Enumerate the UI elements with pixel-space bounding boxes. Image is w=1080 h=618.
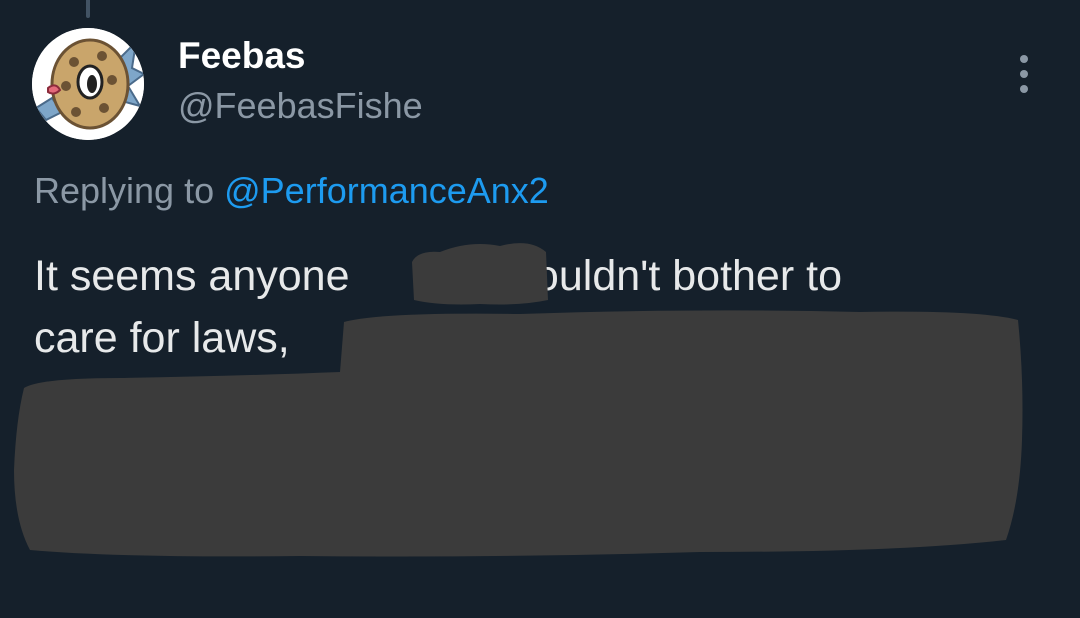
tweet-text-line-2: care for laws, <box>34 314 290 362</box>
tweet-text-line-1: It seems anyone shouldn't bother to <box>34 245 1034 307</box>
tweet-screen: Feebas @FeebasFishe Replying to @Perform… <box>0 0 1080 618</box>
replying-to-mention-link[interactable]: @PerformanceAnx2 <box>224 170 549 211</box>
author-display-name[interactable]: Feebas <box>178 34 306 78</box>
tweet-text-segment: shouldn't bother to <box>489 252 842 300</box>
avatar[interactable] <box>32 28 144 140</box>
thread-connector-line <box>86 0 90 18</box>
more-vertical-icon[interactable] <box>1006 52 1042 96</box>
feebas-avatar-icon <box>32 28 144 140</box>
replying-to-label: Replying to <box>34 170 215 211</box>
tweet-text-segment: It seems anyone <box>34 252 350 300</box>
author-handle[interactable]: @FeebasFishe <box>178 84 423 128</box>
tweet-text: It seems anyone shouldn't bother to care … <box>34 245 1034 369</box>
replying-to: Replying to @PerformanceAnx2 <box>34 168 549 214</box>
